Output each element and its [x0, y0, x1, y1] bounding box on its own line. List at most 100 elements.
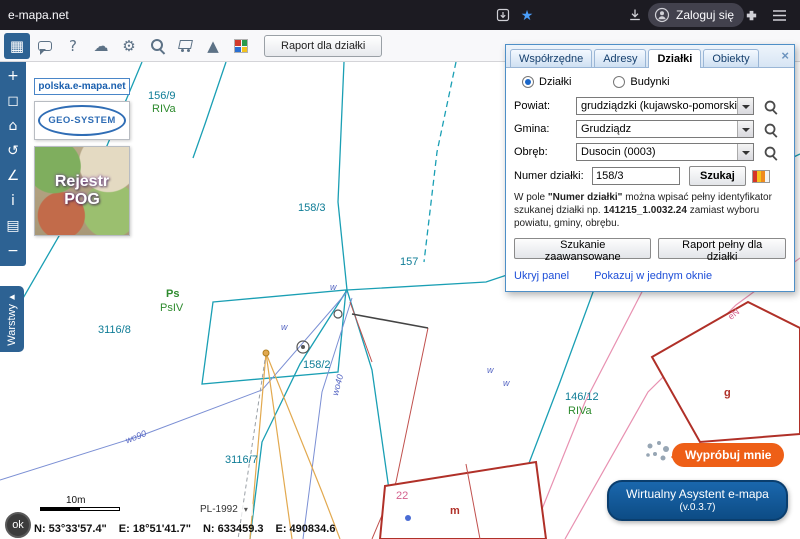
- tab-obiekty[interactable]: Obiekty: [703, 49, 758, 67]
- login-label: Zaloguj się: [676, 8, 734, 22]
- cloud-upload-icon[interactable]: ☁: [88, 33, 114, 59]
- rejestr-pog-banner[interactable]: Rejestr POG: [34, 146, 130, 236]
- account-icon: [654, 7, 670, 23]
- hint-bold1: "Numer działki": [548, 192, 623, 203]
- legend-colors-icon: [234, 39, 248, 53]
- rejestr-pog-line2: POG: [64, 191, 100, 209]
- tab-dzialki[interactable]: Działki: [648, 49, 701, 68]
- crs-value: PL-1992: [200, 504, 238, 515]
- chat-icon: [38, 41, 52, 51]
- zoom-search-icon: [150, 38, 165, 53]
- save-page-icon[interactable]: [494, 6, 512, 24]
- layers-icon[interactable]: ▤: [3, 215, 23, 236]
- geo-system-logo[interactable]: GEO-SYSTEM: [34, 101, 130, 140]
- search-hint-text: W pole "Numer działki" można wpisać pełn…: [514, 191, 786, 230]
- legend-colors-icon[interactable]: [228, 33, 254, 59]
- url-text[interactable]: e-mapa.net: [8, 8, 69, 22]
- settings-icon[interactable]: ⚙: [116, 33, 142, 59]
- chat-icon[interactable]: [32, 33, 58, 59]
- search-fields: Powiat:grudziądzki (kujawsko-pomorskie)G…: [514, 97, 786, 161]
- parcel-number-row: Numer działki: Szukaj: [514, 166, 786, 186]
- assistant-tooltip[interactable]: Wypróbuj mnie: [672, 443, 784, 467]
- scale-bar: 10m: [40, 495, 120, 511]
- tab-adresy[interactable]: Adresy: [594, 49, 646, 67]
- report-parcel-button[interactable]: Raport dla działki: [264, 35, 382, 57]
- radio-dot-selected: [522, 76, 534, 88]
- powiat-label: Powiat:: [514, 100, 576, 112]
- settings-icon: ⚙: [122, 37, 135, 55]
- extensions-icon: [744, 8, 759, 23]
- full-report-button[interactable]: Raport pełny dla działki: [658, 238, 786, 259]
- zoom-in-icon[interactable]: +: [3, 65, 23, 86]
- panels-icon: ▦: [10, 37, 24, 55]
- zoom-out-icon[interactable]: −: [3, 240, 23, 261]
- compare-icon: ▲: [207, 37, 219, 55]
- home-extent-icon[interactable]: ⌂: [3, 115, 23, 136]
- hide-panel-link[interactable]: Ukryj panel: [514, 270, 569, 282]
- radio-dzialki[interactable]: Działki: [522, 76, 571, 88]
- hint-part1: W pole: [514, 192, 548, 203]
- assistant-button[interactable]: Wirtualny Asystent e-mapa (v.0.3.7): [607, 480, 788, 521]
- branding-panel: polska.e-mapa.net GEO-SYSTEM Rejestr POG: [34, 78, 130, 236]
- search-button[interactable]: Szukaj: [689, 166, 746, 186]
- obreb-search-icon[interactable]: [760, 143, 780, 161]
- close-icon[interactable]: ×: [781, 49, 789, 62]
- site-link[interactable]: polska.e-mapa.net: [34, 78, 130, 95]
- help-icon[interactable]: ?: [60, 33, 86, 59]
- map-toolbar-icons: ▦?☁ ⚙ ▲: [4, 33, 254, 59]
- panel-links-row: Ukryj panel Pokazuj w jednym oknie: [514, 270, 786, 282]
- legend-flag-icon[interactable]: [752, 170, 770, 183]
- download-icon: [627, 7, 643, 23]
- zoom-search-icon[interactable]: [144, 33, 170, 59]
- hint-bold2: 141215_1.0032.24: [604, 205, 687, 216]
- magnifier-icon: [763, 145, 777, 159]
- powiat-select[interactable]: grudziądzki (kujawsko-pomorskie): [576, 97, 754, 115]
- rejestr-pog-line1: Rejestr: [55, 173, 109, 191]
- radio-dzialki-label: Działki: [539, 76, 571, 88]
- layers-panel-tab[interactable]: ◀ Warstwy: [0, 286, 24, 352]
- bookmark-star-icon[interactable]: ★: [518, 6, 536, 24]
- menu-icon[interactable]: [770, 6, 788, 24]
- single-window-link[interactable]: Pokazuj w jednym oknie: [594, 270, 712, 282]
- select-area-icon[interactable]: ◻: [3, 90, 23, 111]
- cart-icon[interactable]: [172, 33, 198, 59]
- search-type-radios: Działki Budynki: [522, 76, 786, 88]
- parcel-number-input[interactable]: [592, 167, 680, 185]
- coord-geo-e: E: 18°51'41.7": [119, 523, 191, 535]
- extensions-icon[interactable]: [742, 6, 760, 24]
- previous-view-icon[interactable]: ↺: [3, 140, 23, 161]
- measure-icon[interactable]: ∠: [3, 165, 23, 186]
- browser-topbar: e-mapa.net ★ Zaloguj się: [0, 0, 800, 30]
- search-panel-body: Działki Budynki Powiat:grudziądzki (kuja…: [506, 68, 794, 291]
- info-icon[interactable]: i: [3, 190, 23, 211]
- coord-grid-n: N: 633459.3: [203, 523, 264, 535]
- crs-select[interactable]: PL-1992 ▾: [195, 503, 253, 516]
- login-button[interactable]: Zaloguj się: [648, 3, 744, 27]
- advanced-search-button[interactable]: Szukanie zaawansowane: [514, 238, 651, 259]
- geo-system-logo-text: GEO-SYSTEM: [38, 105, 126, 136]
- download-icon[interactable]: [626, 6, 644, 24]
- obreb-label: Obręb:: [514, 146, 576, 158]
- radio-dot: [613, 76, 625, 88]
- assistant-version: (v.0.3.7): [609, 502, 786, 513]
- chevron-down-icon: ▾: [244, 505, 248, 514]
- cart-icon: [177, 39, 193, 52]
- ok-button[interactable]: ok: [5, 512, 31, 538]
- panels-icon[interactable]: ▦: [4, 33, 30, 59]
- gmina-select[interactable]: Grudziądz: [576, 120, 754, 138]
- gmina-search-icon[interactable]: [760, 120, 780, 138]
- coordinates-readout: N: 53°33'57.4"E: 18°51'41.7"N: 633459.3E…: [34, 523, 347, 535]
- compare-icon[interactable]: ▲: [200, 33, 226, 59]
- radio-budynki[interactable]: Budynki: [613, 76, 669, 88]
- parcel-number-label: Numer działki:: [514, 170, 592, 182]
- telecom-lines-orange: [250, 353, 340, 539]
- powiat-row: Powiat:grudziądzki (kujawsko-pomorskie): [514, 97, 786, 115]
- gmina-row: Gmina:Grudziądz: [514, 120, 786, 138]
- powiat-search-icon[interactable]: [760, 97, 780, 115]
- gmina-label: Gmina:: [514, 123, 576, 135]
- magnifier-icon: [763, 122, 777, 136]
- search-panel-tabs: WspółrzędneAdresyDziałkiObiekty ×: [506, 45, 794, 68]
- obreb-select[interactable]: Dusocin (0003): [576, 143, 754, 161]
- scale-line: [40, 507, 120, 511]
- tab-wspolrzedne[interactable]: Współrzędne: [510, 49, 592, 67]
